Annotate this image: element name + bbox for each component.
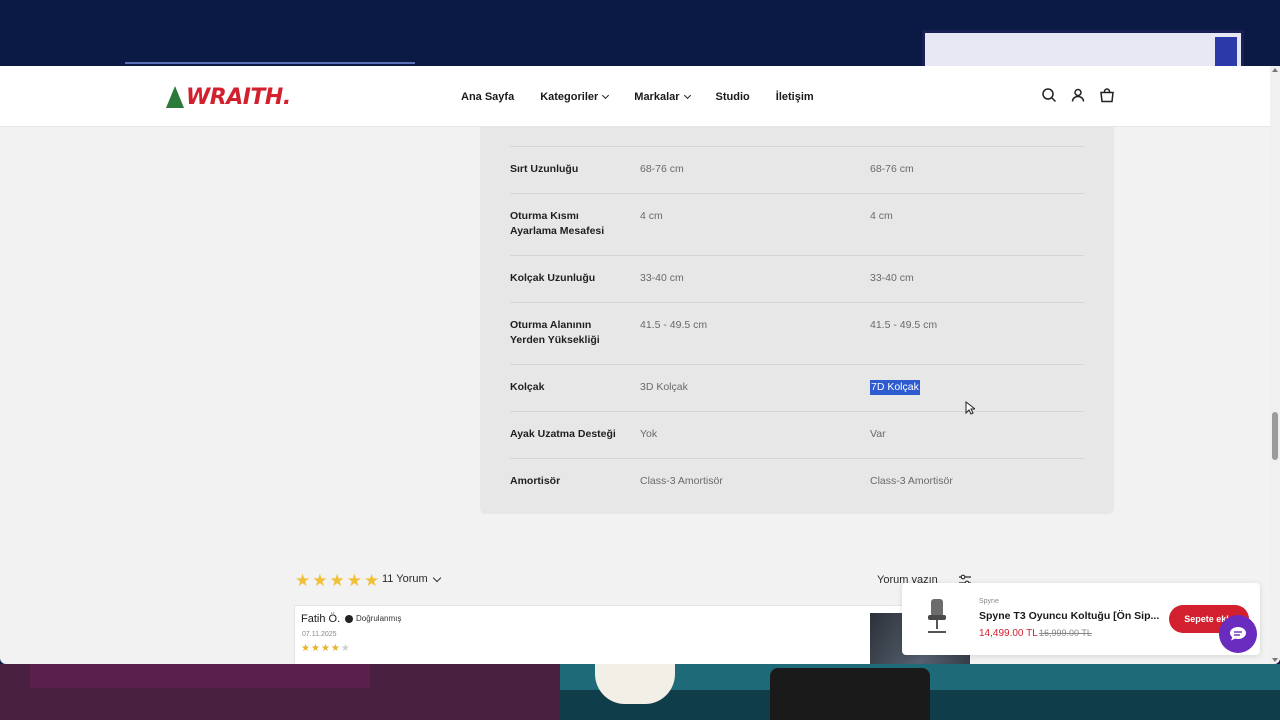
star-icon: ★ [301, 643, 310, 654]
spec-comparison-table: Sırt Uzunluğu 68-76 cm 68-76 cm Oturma K… [480, 106, 1114, 514]
spec-label: Kolçak Uzunluğu [510, 272, 596, 284]
desktop-background-bottom [0, 664, 1280, 720]
verified-label: Doğrulanmış [356, 614, 402, 623]
logo-text: WRAITH. [186, 84, 291, 110]
background-block [30, 664, 370, 688]
spec-row: Kolçak Uzunluğu 33-40 cm 33-40 cm [510, 256, 1084, 303]
star-empty-icon: ★ [340, 643, 350, 654]
star-icon: ★ [330, 643, 340, 654]
site-logo[interactable]: WRAITH. [166, 82, 291, 112]
spec-value-2: Var [870, 428, 886, 440]
star-icon: ★ [329, 571, 345, 590]
star-icon: ★ [312, 571, 328, 590]
site-header: WRAITH. Ana Sayfa Kategoriler Markalar S… [0, 66, 1270, 127]
sticky-product-bar: Spyne Spyne T3 Oyuncu Koltuğu [Ön Sip...… [902, 583, 1260, 655]
nav-label: Studio [715, 90, 750, 103]
star-icon: ★ [364, 571, 380, 590]
review-date: 07.11.2025 [302, 631, 337, 638]
spec-value-1: 3D Kolçak [640, 381, 688, 393]
review-card: Fatih Ö. Doğrulanmış 07.11.2025 ★ ★ ★ ★ … [294, 605, 970, 664]
spec-value-1: Class-3 Amortisör [640, 475, 723, 487]
reviews-header: ★ ★ ★ ★ ★ 11 Yorum Yorum yazın [295, 572, 975, 596]
review-count-toggle[interactable]: 11 Yorum [382, 573, 441, 585]
scroll-up-arrow-icon[interactable] [1272, 68, 1278, 72]
spec-label: Oturma Alanının Yerden Yüksekliği [510, 319, 600, 346]
review-rating: ★ ★ ★ ★ ★ [301, 644, 350, 654]
scrollbar-thumb[interactable] [1272, 412, 1278, 460]
star-icon: ★ [320, 643, 330, 654]
nav-item-contact[interactable]: İletişim [776, 91, 814, 103]
spec-value-1: 33-40 cm [640, 272, 684, 284]
account-icon[interactable] [1070, 87, 1086, 103]
desktop-background-top [0, 0, 1280, 70]
main-nav: Ana Sayfa Kategoriler Markalar Studio İl… [461, 66, 814, 127]
product-thumbnail [922, 597, 952, 635]
nav-label: Kategoriler [540, 90, 599, 103]
spec-value-2: 68-76 cm [870, 163, 914, 175]
spec-row: Sırt Uzunluğu 68-76 cm 68-76 cm [510, 147, 1084, 194]
spec-value-1: 41.5 - 49.5 cm [640, 319, 708, 331]
spec-row: Oturma Alanının Yerden Yüksekliği 41.5 -… [510, 303, 1084, 365]
background-pixel-window [922, 30, 1244, 70]
spec-row: Ayak Uzatma Desteği Yok Var [510, 412, 1084, 459]
rating-stars: ★ ★ ★ ★ ★ [295, 572, 379, 589]
spec-row: Amortisör Class-3 Amortisör Class-3 Amor… [510, 459, 1084, 506]
spec-row: Oturma Kısmı Ayarlama Mesafesi 4 cm 4 cm [510, 194, 1084, 256]
reviewer-name: Fatih Ö. [301, 613, 341, 625]
star-icon: ★ [346, 571, 362, 590]
spec-value-2: 41.5 - 49.5 cm [870, 319, 938, 331]
background-line [125, 62, 415, 64]
spec-value-2: 4 cm [870, 210, 893, 222]
product-old-price: 16,999.00 TL [1039, 628, 1092, 638]
nav-label: Ana Sayfa [461, 90, 515, 103]
verified-badge: Doğrulanmış [345, 614, 401, 623]
search-icon[interactable] [1041, 87, 1057, 103]
nav-item-brands[interactable]: Markalar [634, 90, 691, 103]
spec-label: Sırt Uzunluğu [510, 163, 579, 175]
star-icon: ★ [295, 571, 311, 590]
page-scrollbar[interactable] [1270, 66, 1280, 664]
product-price: 14,499.00 TL [979, 628, 1038, 639]
nav-item-home[interactable]: Ana Sayfa [461, 91, 514, 103]
background-cat [595, 664, 675, 704]
chevron-down-icon [683, 91, 691, 99]
spec-value-2: 33-40 cm [870, 272, 914, 284]
nav-item-studio[interactable]: Studio [716, 91, 750, 103]
tree-icon [166, 86, 184, 108]
mouse-cursor-icon [965, 400, 977, 420]
spec-label: Ayak Uzatma Desteği [510, 428, 616, 440]
product-brand: Spyne [979, 598, 999, 605]
nav-item-categories[interactable]: Kategoriler [540, 90, 610, 103]
star-icon: ★ [310, 643, 320, 654]
chevron-down-icon [432, 573, 441, 582]
check-circle-icon [345, 614, 353, 623]
product-title[interactable]: Spyne T3 Oyuncu Koltuğu [Ön Sip... [979, 610, 1159, 622]
chat-button[interactable] [1219, 615, 1257, 653]
cart-icon[interactable] [1099, 87, 1115, 103]
chevron-down-icon [602, 91, 610, 99]
review-count-label: 11 Yorum [382, 573, 428, 585]
browser-viewport: WRAITH. Ana Sayfa Kategoriler Markalar S… [0, 66, 1280, 664]
spec-value-1: 4 cm [640, 210, 663, 222]
scroll-down-arrow-icon[interactable] [1272, 658, 1278, 662]
spec-value-2: Class-3 Amortisör [870, 475, 953, 487]
nav-label: İletişim [775, 90, 814, 103]
spec-row: Kolçak 3D Kolçak 7D Kolçak [510, 365, 1084, 412]
spec-label: Amortisör [510, 475, 561, 487]
nav-label: Markalar [634, 90, 680, 103]
spec-value-1: 68-76 cm [640, 163, 684, 175]
spec-label: Oturma Kısmı Ayarlama Mesafesi [510, 210, 605, 237]
spec-value-1: Yok [640, 428, 658, 440]
chat-icon [1230, 627, 1246, 641]
spec-value-2-selected[interactable]: 7D Kolçak [870, 380, 920, 395]
header-icons [1041, 87, 1115, 103]
spec-label: Kolçak [510, 381, 545, 393]
background-stand [770, 668, 930, 720]
